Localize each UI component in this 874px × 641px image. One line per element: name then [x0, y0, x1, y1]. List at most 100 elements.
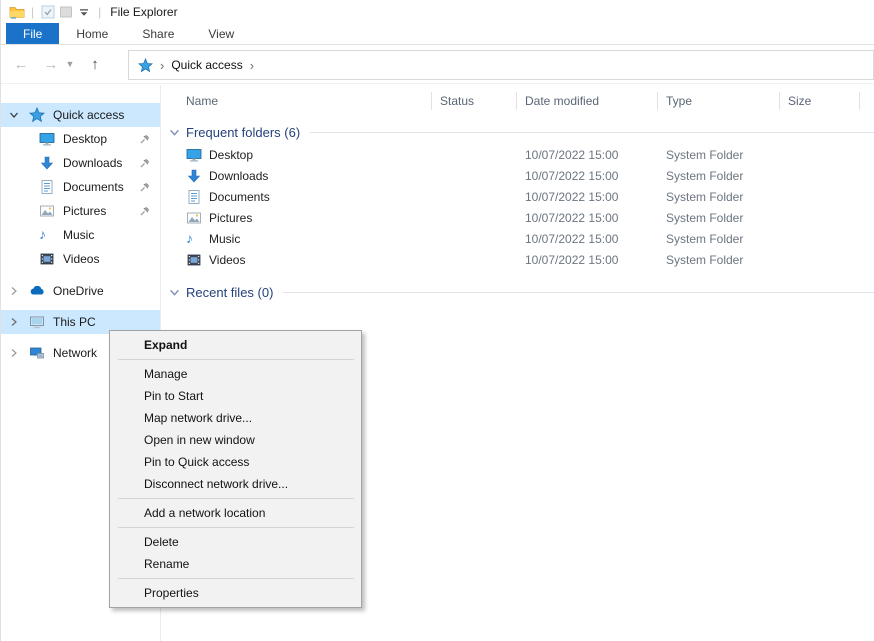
- file-row-documents[interactable]: Documents 10/07/2022 15:00 System Folder: [162, 186, 874, 207]
- breadcrumb-location[interactable]: Quick access: [171, 58, 242, 72]
- menu-item-open-in-new-window[interactable]: Open in new window: [110, 429, 361, 451]
- sidebar-item-label: This PC: [53, 315, 96, 329]
- file-date-modified: 10/07/2022 15:00: [517, 144, 658, 165]
- column-header-name[interactable]: Name: [162, 88, 432, 114]
- sidebar-item-label: Network: [53, 346, 97, 360]
- menu-item-map-network-drive[interactable]: Map network drive...: [110, 407, 361, 429]
- forward-arrow-icon[interactable]: →: [39, 52, 63, 76]
- up-arrow-icon[interactable]: ↑: [83, 52, 107, 76]
- column-header-size[interactable]: Size: [780, 88, 860, 114]
- column-header-status[interactable]: Status: [432, 88, 517, 114]
- file-row-downloads[interactable]: Downloads 10/07/2022 15:00 System Folder: [162, 165, 874, 186]
- sidebar-item-label: Downloads: [63, 156, 122, 170]
- file-date-modified: 10/07/2022 15:00: [517, 249, 658, 270]
- music-icon: ♪: [39, 227, 55, 243]
- menu-separator: [118, 527, 354, 528]
- qat-new-folder-icon[interactable]: [57, 3, 75, 21]
- menu-item-delete[interactable]: Delete: [110, 531, 361, 553]
- pin-icon[interactable]: [139, 205, 151, 217]
- file-type: System Folder: [658, 144, 780, 165]
- file-status: [432, 228, 517, 249]
- chevron-right-icon[interactable]: [9, 286, 19, 296]
- titlebar-separator: |: [31, 5, 34, 19]
- chevron-right-icon[interactable]: [9, 317, 19, 327]
- sidebar-item-desktop[interactable]: Desktop: [1, 127, 160, 151]
- tab-view[interactable]: View: [191, 23, 251, 44]
- file-name: Pictures: [209, 211, 252, 225]
- back-arrow-icon[interactable]: ←: [9, 52, 33, 76]
- sidebar-item-onedrive[interactable]: OneDrive: [1, 279, 160, 303]
- chevron-down-icon[interactable]: [169, 287, 180, 298]
- pictures-icon: [39, 203, 55, 219]
- address-bar-row: ← → ▼ ↑ › Quick access ›: [1, 45, 874, 84]
- file-name: Videos: [209, 253, 245, 267]
- menu-item-add-a-network-location[interactable]: Add a network location: [110, 502, 361, 524]
- sidebar-item-documents[interactable]: Documents: [1, 175, 160, 199]
- file-row-music[interactable]: ♪Music 10/07/2022 15:00 System Folder: [162, 228, 874, 249]
- menu-separator: [118, 578, 354, 579]
- menu-item-rename[interactable]: Rename: [110, 553, 361, 575]
- file-row-desktop[interactable]: Desktop 10/07/2022 15:00 System Folder: [162, 144, 874, 165]
- tab-file[interactable]: File: [6, 23, 59, 44]
- group-header-frequent-folders[interactable]: Frequent folders (6): [162, 120, 874, 144]
- group-header-recent-files[interactable]: Recent files (0): [162, 280, 874, 304]
- address-bar[interactable]: › Quick access ›: [128, 50, 874, 80]
- context-menu: Expand Manage Pin to Start Map network d…: [109, 330, 362, 608]
- sidebar-item-music[interactable]: ♪ Music: [1, 223, 160, 247]
- menu-item-pin-to-quick-access[interactable]: Pin to Quick access: [110, 451, 361, 473]
- file-status: [432, 207, 517, 228]
- ribbon-tabs: File Home Share View: [1, 23, 874, 45]
- qat-customize-dropdown-icon[interactable]: [75, 3, 93, 21]
- menu-item-pin-to-start[interactable]: Pin to Start: [110, 385, 361, 407]
- sidebar-item-quick-access[interactable]: Quick access: [1, 103, 160, 127]
- file-type: System Folder: [658, 249, 780, 270]
- menu-item-properties[interactable]: Properties: [110, 582, 361, 604]
- pin-icon[interactable]: [139, 181, 151, 193]
- file-date-modified: 10/07/2022 15:00: [517, 207, 658, 228]
- titlebar: | | File Explorer: [1, 0, 874, 23]
- file-status: [432, 186, 517, 207]
- sidebar-item-label: Quick access: [53, 108, 124, 122]
- breadcrumb-chevron-icon[interactable]: ›: [160, 58, 164, 73]
- sidebar-item-label: OneDrive: [53, 284, 104, 298]
- window-title: File Explorer: [110, 5, 177, 19]
- sidebar-item-label: Documents: [63, 180, 124, 194]
- column-header-type[interactable]: Type: [658, 88, 780, 114]
- pin-icon[interactable]: [139, 157, 151, 169]
- sidebar-item-downloads[interactable]: Downloads: [1, 151, 160, 175]
- sidebar-item-pictures[interactable]: Pictures: [1, 199, 160, 223]
- desktop-icon: [186, 147, 202, 163]
- tab-home[interactable]: Home: [59, 23, 125, 44]
- downloads-icon: [39, 155, 55, 171]
- downloads-icon: [186, 168, 202, 184]
- videos-icon: [39, 251, 55, 267]
- pin-icon[interactable]: [139, 133, 151, 145]
- menu-item-manage[interactable]: Manage: [110, 363, 361, 385]
- group-label: Recent files (0): [186, 285, 273, 300]
- sidebar-item-label: Desktop: [63, 132, 107, 146]
- tab-share[interactable]: Share: [125, 23, 191, 44]
- group-divider: [310, 132, 874, 133]
- quick-access-star-icon: [29, 107, 45, 123]
- file-row-pictures[interactable]: Pictures 10/07/2022 15:00 System Folder: [162, 207, 874, 228]
- documents-icon: [39, 179, 55, 195]
- menu-item-expand[interactable]: Expand: [110, 334, 361, 356]
- menu-separator: [118, 359, 354, 360]
- documents-icon: [186, 189, 202, 205]
- network-icon: [29, 345, 45, 361]
- qat-properties-check-icon[interactable]: [39, 3, 57, 21]
- column-header-date-modified[interactable]: Date modified: [517, 88, 658, 114]
- chevron-down-icon[interactable]: [9, 110, 19, 120]
- chevron-down-icon[interactable]: [169, 127, 180, 138]
- file-type: System Folder: [658, 186, 780, 207]
- chevron-right-icon[interactable]: [9, 348, 19, 358]
- file-name: Downloads: [209, 169, 268, 183]
- breadcrumb-chevron-icon[interactable]: ›: [250, 58, 254, 73]
- file-type: System Folder: [658, 228, 780, 249]
- file-row-videos[interactable]: Videos 10/07/2022 15:00 System Folder: [162, 249, 874, 270]
- sidebar-item-videos[interactable]: Videos: [1, 247, 160, 271]
- recent-locations-dropdown-icon[interactable]: ▼: [63, 52, 77, 76]
- desktop-icon: [39, 131, 55, 147]
- menu-item-disconnect-network-drive[interactable]: Disconnect network drive...: [110, 473, 361, 495]
- file-status: [432, 249, 517, 270]
